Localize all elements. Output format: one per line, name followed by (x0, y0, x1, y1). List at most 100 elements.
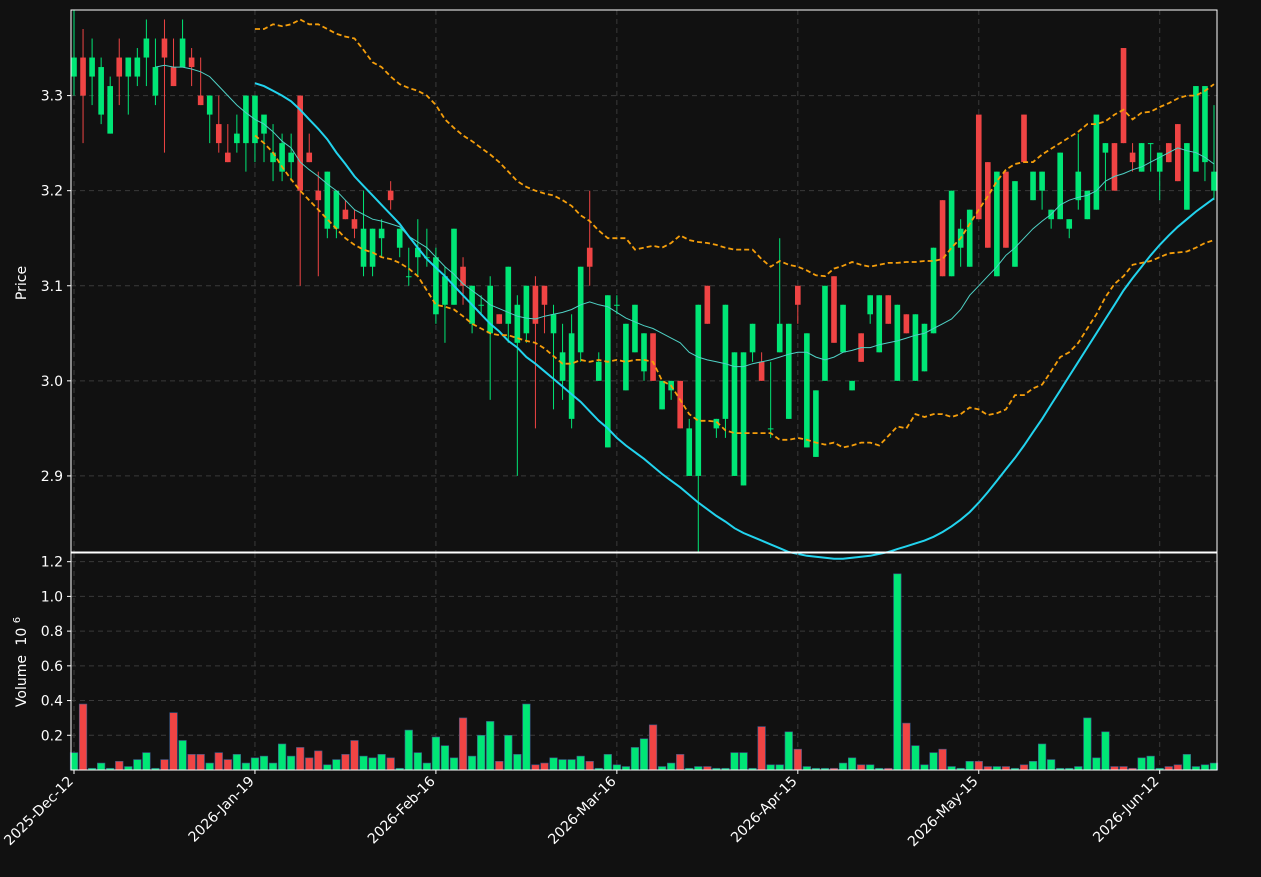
volume-axis-label-text: Volume (14, 655, 30, 707)
candle-body (822, 285, 828, 381)
volume-bar (133, 759, 142, 771)
candle-body (677, 380, 683, 429)
volume-bar (78, 703, 88, 771)
volume-bar (1110, 766, 1119, 771)
volume-bar (1092, 757, 1101, 771)
volume-bar (350, 740, 359, 771)
candle-body (1129, 152, 1136, 163)
candle-body (215, 124, 222, 144)
volume-bar (657, 766, 667, 771)
candle-body (921, 323, 928, 372)
candle-body (559, 352, 566, 381)
candle-body (116, 57, 123, 77)
volume-bar (287, 755, 296, 771)
volume-bar (486, 721, 495, 771)
candle-body (387, 190, 394, 201)
volume-bar (232, 754, 241, 771)
candle-body (125, 57, 132, 77)
volume-bar (694, 766, 703, 771)
volume-bar (341, 754, 350, 771)
volume-bar (1119, 766, 1128, 771)
volume-bar (386, 757, 395, 771)
volume-tick-label: 0.6 (41, 659, 63, 675)
volume-bar (1047, 759, 1056, 771)
volume-bar (667, 762, 676, 771)
candle-body (170, 67, 177, 87)
volume-bar (1019, 764, 1029, 771)
volume-bar (929, 752, 938, 771)
volume-bar (359, 755, 368, 771)
candle-body (134, 57, 141, 77)
volume-bar (458, 717, 468, 771)
volume-bar (115, 761, 124, 771)
candle-body (541, 285, 548, 305)
volume-bar (603, 754, 612, 771)
candle-body (333, 190, 340, 229)
candle-body (107, 86, 113, 134)
volume-bar (268, 762, 278, 771)
candle-body (975, 114, 982, 220)
volume-bar (992, 766, 1001, 771)
candle-body (1039, 171, 1045, 191)
candle-body (912, 314, 919, 381)
volume-bar (739, 752, 748, 771)
candle-body (98, 67, 104, 115)
candle-body (1193, 86, 1199, 172)
volume-bar (648, 724, 658, 771)
candle-body (641, 333, 647, 372)
volume-axis-exponent: 6 (12, 617, 23, 623)
volume-bar (1173, 764, 1182, 771)
volume-bar (902, 722, 911, 771)
volume-bar (522, 703, 531, 771)
volume-tick-label: 0.4 (41, 694, 63, 710)
volume-bar (169, 712, 178, 771)
volume-bar (495, 761, 504, 771)
candle-body (225, 152, 231, 163)
candle-body (369, 228, 376, 267)
volume-bar (947, 766, 956, 771)
candle-body (378, 228, 385, 239)
price-tick-label: 2.9 (41, 469, 63, 485)
volume-bar (504, 734, 513, 771)
candle-body (243, 95, 249, 144)
volume-bar (1083, 717, 1092, 771)
volume-bar (866, 764, 875, 771)
volume-bar (920, 764, 929, 771)
candle-body (197, 95, 204, 106)
volume-bar (404, 729, 413, 771)
stock-chart: Price Volume 10 6 2.9 3.0 3.1 3.2 3.3 0.2 0.4 0… (0, 0, 1261, 873)
volume-bar (974, 761, 983, 771)
volume-tick-label: 1.0 (41, 589, 63, 605)
volume-bar (124, 766, 133, 771)
candle-body (876, 295, 883, 353)
candle-body (89, 57, 95, 77)
candle-body (1184, 143, 1190, 210)
candle-body (478, 304, 484, 306)
candle-body (161, 38, 168, 58)
candle-body (731, 352, 738, 476)
candle-body (749, 323, 756, 353)
candle-body (514, 304, 521, 343)
volume-bar (965, 761, 974, 771)
volume-bar (585, 761, 594, 771)
volume-bar (205, 762, 214, 771)
volume-bar (676, 754, 685, 771)
volume-bar (97, 762, 106, 771)
candle-body (849, 380, 855, 391)
candle-body (795, 285, 801, 305)
volume-bar (440, 745, 450, 771)
volume-bar (513, 754, 522, 771)
candle-body (288, 152, 294, 163)
volume-bar (259, 755, 269, 771)
candle-body (722, 304, 729, 419)
candle-body (1066, 219, 1073, 229)
candle-body (1156, 152, 1163, 172)
volume-bar (314, 750, 323, 771)
volume-bar (1101, 731, 1110, 771)
volume-bar (449, 757, 459, 771)
volume-bar (1037, 743, 1047, 771)
volume-bar (160, 759, 169, 771)
volume-bar (838, 762, 848, 771)
volume-bar (612, 764, 621, 771)
candle-body (695, 304, 702, 476)
